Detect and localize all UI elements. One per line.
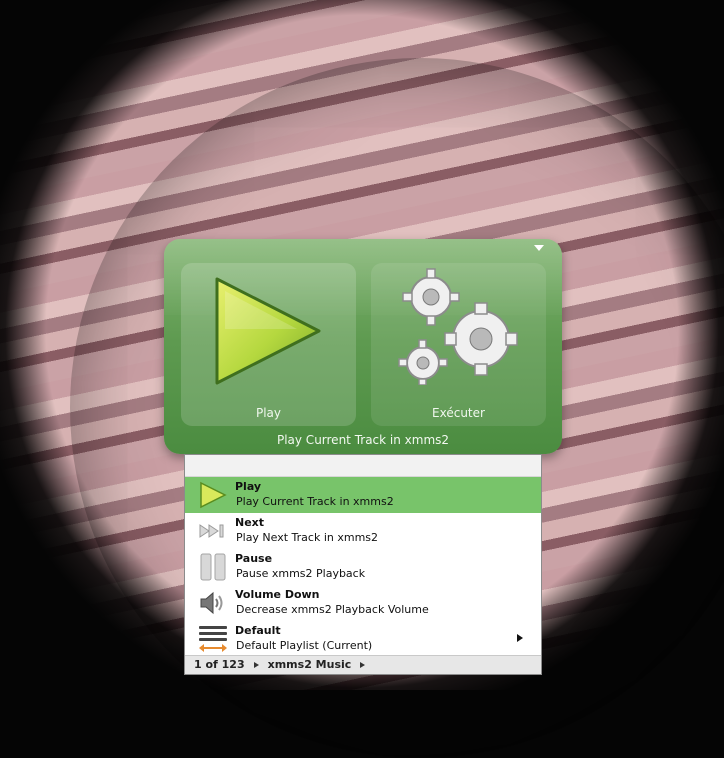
results-list: Play Play Current Track in xmms2 Next Pl… [184, 454, 542, 675]
pause-icon [200, 553, 226, 581]
list-item-play[interactable]: Play Play Current Track in xmms2 [185, 477, 541, 513]
play-icon [200, 481, 227, 509]
source-label[interactable]: xmms2 Music [268, 656, 352, 674]
execute-tile-label: Exécuter [432, 406, 485, 420]
list-item-default-playlist[interactable]: Default Default Playlist (Current) [185, 621, 541, 657]
play-tile-label: Play [255, 406, 282, 420]
play-action-tile[interactable]: Play [181, 263, 356, 426]
list-item-pause[interactable]: Pause Pause xmms2 Playback [185, 549, 541, 585]
list-item-title: Next [235, 516, 265, 529]
execute-action-tile[interactable]: Exécuter [371, 263, 546, 426]
gears-icon [398, 268, 518, 385]
launcher-panel: Play Exécuter Play Current Track in xmms… [164, 239, 562, 454]
list-item-title: Play [235, 480, 262, 493]
results-status-bar: 1 of 123 xmms2 Music [185, 655, 541, 674]
submenu-arrow-icon[interactable] [517, 634, 523, 642]
results-header-space [185, 455, 541, 477]
list-item-title: Default [235, 624, 281, 637]
list-item-subtitle: Play Current Track in xmms2 [236, 495, 394, 508]
list-item-subtitle: Default Playlist (Current) [236, 639, 373, 652]
list-item-title: Pause [235, 552, 273, 565]
next-track-icon [199, 524, 224, 538]
list-item-subtitle: Decrease xmms2 Playback Volume [236, 603, 429, 616]
menu-dropdown-icon[interactable] [534, 245, 544, 251]
list-item-subtitle: Pause xmms2 Playback [236, 567, 366, 580]
breadcrumb-arrow-icon [253, 662, 259, 668]
list-item-subtitle: Play Next Track in xmms2 [236, 531, 379, 544]
list-item-volume-down[interactable]: Volume Down Decrease xmms2 Playback Volu… [185, 585, 541, 621]
list-item-title: Volume Down [235, 588, 320, 601]
list-item-next[interactable]: Next Play Next Track in xmms2 [185, 513, 541, 549]
play-icon [215, 277, 321, 385]
launcher-caption: Play Current Track in xmms2 [276, 433, 450, 447]
playlist-icon [199, 626, 227, 652]
source-arrow-icon[interactable] [360, 662, 366, 668]
volume-down-icon [200, 591, 223, 615]
result-position: 1 of 123 [194, 658, 245, 671]
